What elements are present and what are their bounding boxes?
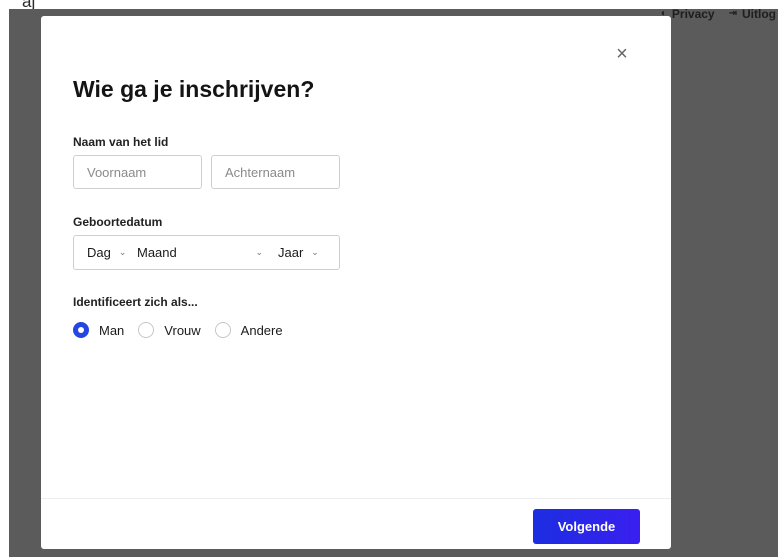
- footer-divider: [41, 498, 671, 499]
- logout-label: Uitlog: [742, 7, 776, 21]
- enrollment-modal: × Wie ga je inschrijven? Naam van het li…: [41, 16, 671, 549]
- next-button[interactable]: Volgende: [533, 509, 640, 544]
- logout-link[interactable]: ⇥ Uitlog: [729, 6, 776, 22]
- top-navigation: ◐ Privacy ⇥ Uitlog: [661, 6, 778, 25]
- gender-option-label: Vrouw: [164, 322, 201, 338]
- gender-radio-group: Man Vrouw Andere: [73, 322, 297, 338]
- logout-icon: ⇥: [728, 8, 737, 19]
- birthdate-field: Dag ⌄ Maand ⌄ Jaar ⌄: [73, 235, 340, 270]
- last-name-input[interactable]: [211, 155, 340, 189]
- member-name-label: Naam van het lid: [73, 135, 169, 149]
- privacy-label: Privacy: [671, 7, 715, 21]
- first-name-input[interactable]: [73, 155, 202, 189]
- gender-option-andere[interactable]: Andere: [214, 322, 283, 338]
- day-select-value: Dag: [87, 245, 111, 260]
- close-icon[interactable]: ×: [613, 44, 631, 64]
- gender-option-man[interactable]: Man: [73, 322, 124, 338]
- radio-unselected-icon[interactable]: [138, 322, 155, 338]
- chevron-down-icon: ⌄: [255, 247, 263, 257]
- gender-option-label: Man: [99, 322, 125, 338]
- chevron-down-icon: ⌄: [311, 247, 319, 257]
- year-select[interactable]: Jaar ⌄: [278, 236, 319, 269]
- birthdate-label: Geboortedatum: [73, 215, 163, 229]
- radio-selected-icon[interactable]: [73, 322, 89, 338]
- gender-label: Identificeert zich als...: [73, 295, 198, 309]
- gender-option-vrouw[interactable]: Vrouw: [138, 322, 201, 338]
- page-heading-fragment: aj: [22, 0, 35, 9]
- year-select-value: Jaar: [278, 245, 304, 260]
- month-select-value: Maand: [137, 245, 177, 260]
- radio-unselected-icon[interactable]: [214, 322, 231, 338]
- gender-option-label: Andere: [240, 322, 283, 338]
- day-select[interactable]: Dag ⌄: [87, 236, 126, 269]
- month-select[interactable]: Maand ⌄: [137, 236, 263, 269]
- chevron-down-icon: ⌄: [118, 247, 127, 257]
- modal-title: Wie ga je inschrijven?: [73, 76, 315, 102]
